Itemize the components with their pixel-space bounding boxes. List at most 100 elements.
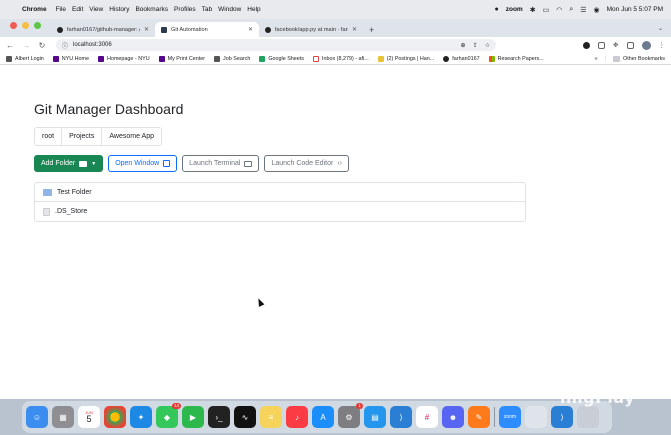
back-button[interactable]: ←: [6, 41, 14, 50]
new-tab-button[interactable]: +: [363, 25, 380, 37]
wifi-icon[interactable]: ◠: [556, 6, 562, 14]
menu-file[interactable]: File: [56, 6, 72, 13]
address-bar[interactable]: ⓘ localhost:3006 ⊕ ⇪ ☆: [56, 39, 496, 51]
tab-github-manager[interactable]: farhan0167/github-manager: A ✕: [51, 22, 155, 37]
vscode-window-icon[interactable]: ⟩: [551, 406, 573, 428]
reload-button[interactable]: ↻: [38, 41, 46, 50]
list-item-folder[interactable]: Test Folder: [35, 183, 525, 202]
safari-icon[interactable]: ✦: [130, 406, 152, 428]
bookmark-label: Google Sheets: [268, 55, 304, 62]
extension-icon[interactable]: [583, 41, 591, 49]
chrome-icon[interactable]: [104, 406, 126, 428]
launch-code-editor-button[interactable]: Launch Code Editor ‹›: [264, 155, 349, 172]
install-icon[interactable]: ⊕: [461, 42, 466, 49]
calendar-icon[interactable]: JUN 5: [78, 406, 100, 428]
chevron-down-icon[interactable]: ⌄: [650, 25, 671, 37]
menu-view[interactable]: View: [89, 6, 109, 13]
vscode-icon[interactable]: ⟩: [390, 406, 412, 428]
puzzle-icon[interactable]: ✥: [613, 41, 618, 49]
close-icon[interactable]: ✕: [144, 26, 149, 33]
zoom-app-icon[interactable]: zoom: [499, 406, 521, 428]
downloads-folder-icon[interactable]: [525, 406, 547, 428]
breadcrumb-projects[interactable]: Projects: [62, 128, 103, 145]
zoom-dock-label: zoom: [503, 414, 517, 420]
bookmark-label: Albert Login: [15, 55, 44, 62]
bookmark-label: Job Search: [223, 55, 251, 62]
system-settings-icon[interactable]: ⚙ 1: [338, 403, 363, 428]
bookmark-label: NYU Home: [61, 55, 90, 62]
pencil-app-icon[interactable]: ✎: [468, 406, 490, 428]
messages-icon[interactable]: ◆ 14: [156, 403, 181, 428]
siri-icon[interactable]: ◉: [594, 6, 600, 14]
zoom-menu-label[interactable]: zoom: [506, 6, 523, 13]
breadcrumb-root[interactable]: root: [35, 128, 63, 145]
close-icon[interactable]: ✕: [248, 26, 253, 33]
sidebar-icon[interactable]: [626, 41, 634, 49]
bookmarks-overflow: » | Other Bookmarks: [595, 55, 665, 62]
menu-datetime[interactable]: Mon Jun 5 5:07 PM: [607, 6, 663, 13]
bookmark-homepage-nyu[interactable]: Homepage - NYU: [98, 55, 150, 62]
launch-terminal-button[interactable]: Launch Terminal: [182, 155, 260, 172]
menu-history[interactable]: History: [109, 6, 135, 13]
add-folder-label: Add Folder: [41, 160, 76, 167]
forward-button[interactable]: →: [22, 41, 30, 50]
job-icon: [214, 55, 221, 62]
menu-help[interactable]: Help: [247, 6, 266, 13]
menu-tab[interactable]: Tab: [202, 6, 218, 13]
extension-icon[interactable]: [598, 41, 606, 49]
music-icon[interactable]: ♪: [286, 406, 308, 428]
control-center-icon[interactable]: ☰: [580, 6, 586, 14]
bookmark-nyu-home[interactable]: NYU Home: [52, 55, 90, 62]
other-bookmarks-folder[interactable]: Other Bookmarks: [613, 55, 665, 62]
menu-profiles[interactable]: Profiles: [174, 6, 202, 13]
tab-git-automation[interactable]: Git Automation ✕: [155, 22, 259, 37]
search-icon[interactable]: ⌕: [569, 6, 573, 14]
menu-app-name[interactable]: Chrome: [22, 6, 56, 13]
close-icon[interactable]: ✕: [352, 26, 357, 33]
file-name: .DS_Store: [55, 208, 88, 215]
bookmark-inbox[interactable]: Inbox (8,279) - afi...: [313, 55, 369, 62]
bookmark-label: (2) Postings | Han...: [386, 55, 435, 62]
minimize-window-button[interactable]: [22, 22, 29, 29]
list-item-file[interactable]: .DS_Store: [35, 202, 525, 221]
open-window-button[interactable]: Open Window: [108, 155, 178, 172]
finder-icon[interactable]: ☺: [26, 406, 48, 428]
slack-icon[interactable]: #: [416, 406, 438, 428]
bluetooth-icon[interactable]: ✱: [530, 6, 536, 14]
discord-icon[interactable]: ☻: [442, 406, 464, 428]
add-folder-button[interactable]: Add Folder ▼: [34, 155, 104, 172]
bookmark-print-center[interactable]: My Print Center: [158, 55, 205, 62]
menu-edit[interactable]: Edit: [72, 6, 89, 13]
fullscreen-window-button[interactable]: [34, 22, 41, 29]
tab-label: facebook/app.py at main · farh: [275, 26, 348, 33]
terminal-app-icon[interactable]: ›_: [208, 406, 230, 428]
bookmark-postings[interactable]: (2) Postings | Han...: [377, 55, 435, 62]
record-icon[interactable]: ●: [494, 6, 498, 13]
close-window-button[interactable]: [10, 22, 17, 29]
facetime-icon[interactable]: ▶: [182, 406, 204, 428]
menu-bookmarks[interactable]: Bookmarks: [135, 6, 174, 13]
tab-facebook-app[interactable]: facebook/app.py at main · farh ✕: [259, 22, 363, 37]
bookmark-star-icon[interactable]: ☆: [485, 42, 490, 49]
notes-icon[interactable]: ≡: [260, 406, 282, 428]
more-menu-icon[interactable]: ⋮: [659, 41, 666, 49]
launch-terminal-label: Launch Terminal: [189, 160, 241, 167]
more-bookmarks-button[interactable]: »: [595, 56, 598, 62]
bookmark-job-search[interactable]: Job Search: [214, 55, 251, 62]
bookmark-farhan0167[interactable]: farhan0167: [443, 55, 480, 62]
activity-monitor-icon[interactable]: ∿: [234, 406, 256, 428]
bookmark-albert-login[interactable]: Albert Login: [6, 55, 44, 62]
app-store-icon[interactable]: A: [312, 406, 334, 428]
share-icon[interactable]: ⇪: [473, 42, 478, 49]
trash-icon[interactable]: [577, 406, 599, 428]
breadcrumb-awesome-app[interactable]: Awesome App: [102, 128, 161, 145]
menu-window[interactable]: Window: [218, 6, 247, 13]
docker-icon[interactable]: ▤: [364, 406, 386, 428]
launchpad-icon[interactable]: ▦: [52, 406, 74, 428]
open-window-label: Open Window: [115, 160, 160, 167]
bookmark-google-sheets[interactable]: Google Sheets: [259, 55, 304, 62]
battery-icon[interactable]: ▭: [543, 6, 550, 14]
info-icon[interactable]: ⓘ: [62, 41, 68, 50]
profile-avatar[interactable]: [641, 40, 651, 50]
bookmark-research-papers[interactable]: Research Papers...: [488, 55, 544, 62]
